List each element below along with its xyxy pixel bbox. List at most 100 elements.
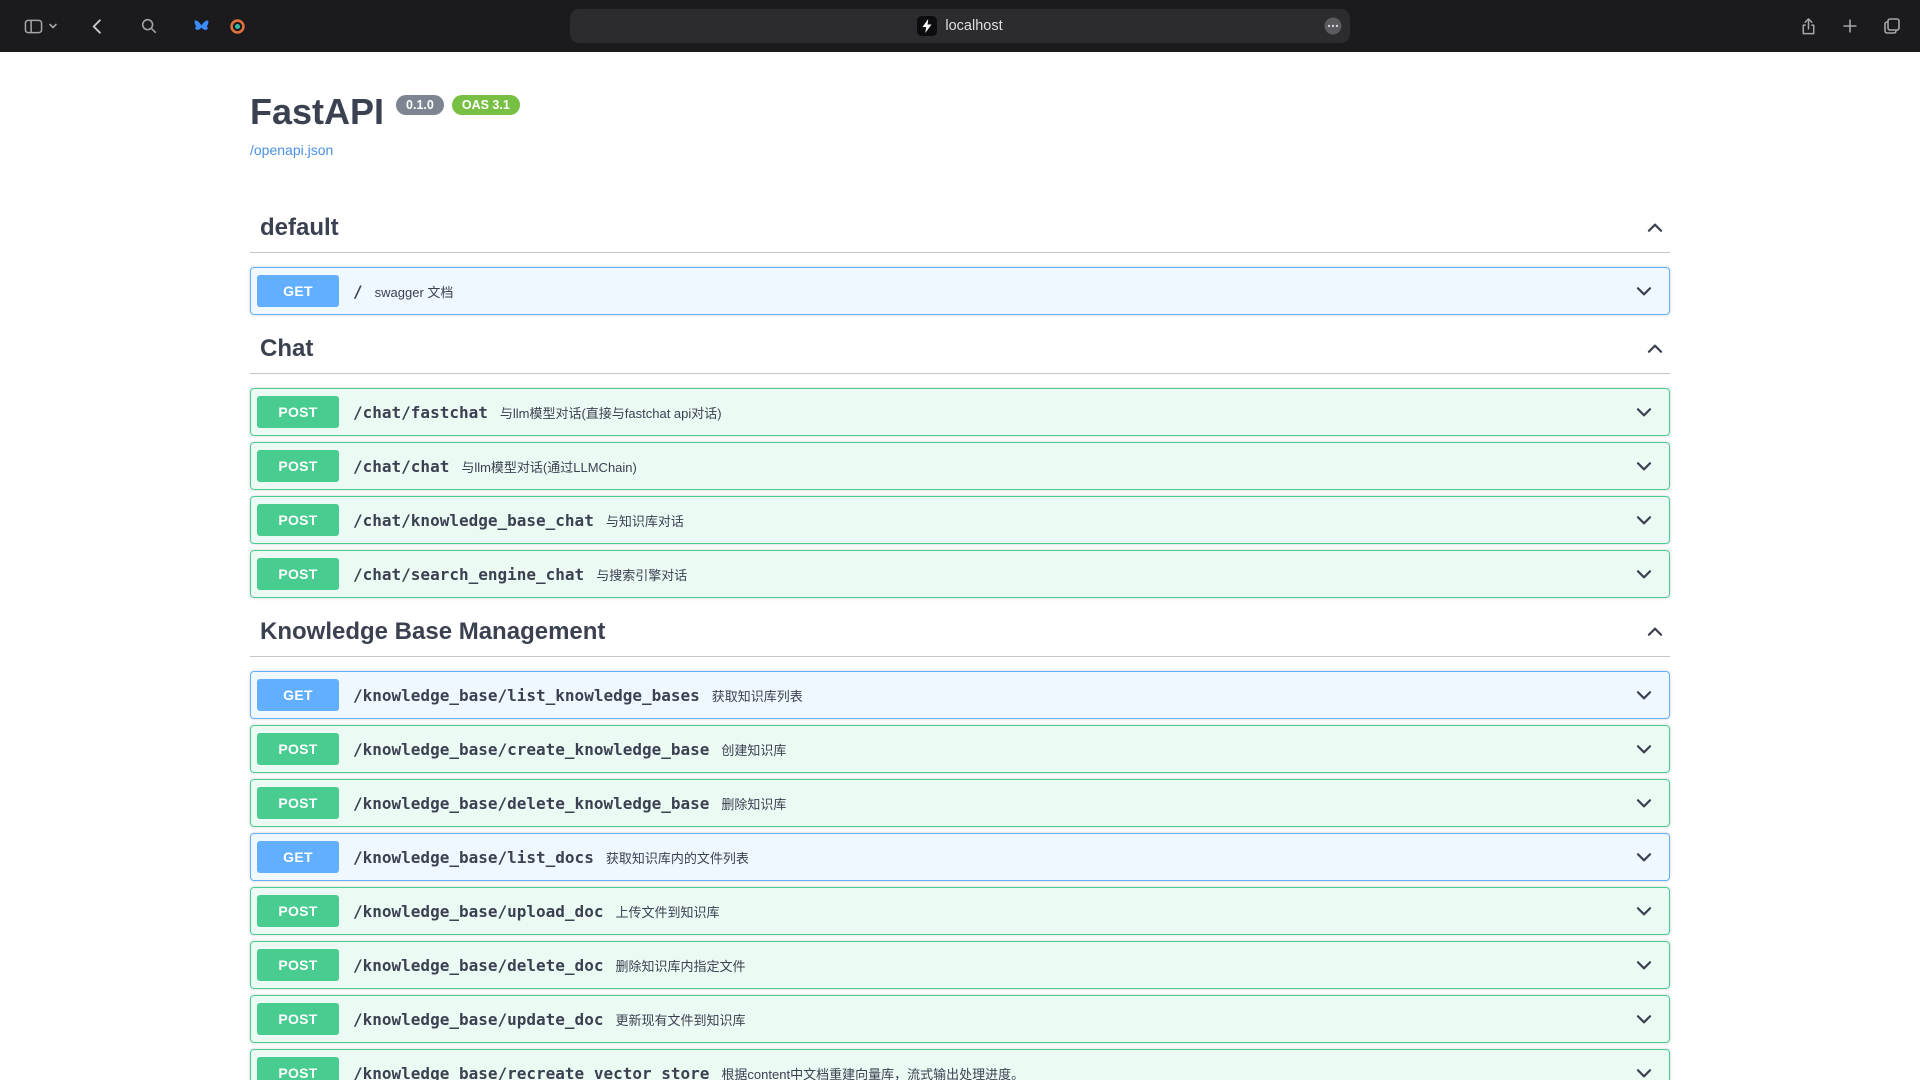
blue-butterfly-icon bbox=[193, 18, 210, 35]
search-button[interactable] bbox=[134, 11, 164, 41]
expand-operation-button[interactable] bbox=[1633, 455, 1655, 477]
operation-row[interactable]: POST /knowledge_base/update_doc 更新现有文件到知… bbox=[250, 995, 1670, 1043]
page-menu-button[interactable] bbox=[1323, 16, 1343, 36]
operation-row[interactable]: POST /chat/fastchat 与llm模型对话(直接与fastchat… bbox=[250, 388, 1670, 436]
operation-row[interactable]: GET /knowledge_base/list_knowledge_bases… bbox=[250, 671, 1670, 719]
expand-operation-button[interactable] bbox=[1633, 738, 1655, 760]
method-badge: GET bbox=[257, 275, 339, 307]
operation-row[interactable]: GET /knowledge_base/list_docs 获取知识库内的文件列… bbox=[250, 833, 1670, 881]
chevron-down-icon bbox=[1633, 738, 1655, 760]
tag-header[interactable]: default bbox=[250, 200, 1670, 253]
chevron-down-icon bbox=[1633, 954, 1655, 976]
expand-operation-button[interactable] bbox=[1633, 1062, 1655, 1080]
chevron-down-icon bbox=[48, 21, 58, 31]
expand-operation-button[interactable] bbox=[1633, 401, 1655, 423]
expand-operation-button[interactable] bbox=[1633, 792, 1655, 814]
openapi-spec-link[interactable]: /openapi.json bbox=[250, 142, 333, 158]
operation-row[interactable]: POST /knowledge_base/upload_doc 上传文件到知识库 bbox=[250, 887, 1670, 935]
tag-operations: POST /chat/fastchat 与llm模型对话(直接与fastchat… bbox=[250, 388, 1670, 598]
collapse-section-button[interactable] bbox=[1640, 621, 1670, 643]
expand-operation-button[interactable] bbox=[1633, 563, 1655, 585]
operation-row[interactable]: POST /knowledge_base/create_knowledge_ba… bbox=[250, 725, 1670, 773]
operation-row[interactable]: POST /knowledge_base/delete_doc 删除知识库内指定… bbox=[250, 941, 1670, 989]
chevron-down-icon bbox=[1633, 1008, 1655, 1030]
expand-operation-button[interactable] bbox=[1633, 900, 1655, 922]
operation-summary: 删除知识库内指定文件 bbox=[615, 956, 745, 975]
version-badge: 0.1.0 bbox=[396, 95, 444, 116]
new-tab-button[interactable] bbox=[1836, 11, 1864, 41]
method-badge: POST bbox=[257, 504, 339, 536]
method-badge: POST bbox=[257, 1057, 339, 1080]
pinned-site-blue-button[interactable] bbox=[186, 11, 216, 41]
tag-title: default bbox=[260, 214, 339, 242]
operation-summary: 上传文件到知识库 bbox=[615, 902, 719, 921]
expand-operation-button[interactable] bbox=[1633, 684, 1655, 706]
operation-path: /knowledge_base/upload_doc bbox=[353, 902, 603, 921]
operation-summary: swagger 文档 bbox=[375, 282, 454, 301]
operation-path: /knowledge_base/delete_doc bbox=[353, 956, 603, 975]
operation-row[interactable]: POST /chat/chat 与llm模型对话(通过LLMChain) bbox=[250, 442, 1670, 490]
method-badge: POST bbox=[257, 396, 339, 428]
sidebar-toggle-button[interactable] bbox=[18, 11, 48, 41]
chevron-down-icon bbox=[1633, 563, 1655, 585]
toolbar-right-group bbox=[1794, 0, 1906, 52]
collapse-section-button[interactable] bbox=[1640, 338, 1670, 360]
share-icon bbox=[1799, 17, 1818, 36]
api-info: FastAPI 0.1.0 OAS 3.1 /openapi.json bbox=[250, 92, 1670, 160]
tab-overview-button[interactable] bbox=[1878, 11, 1906, 41]
tag-header[interactable]: Knowledge Base Management bbox=[250, 604, 1670, 657]
operation-path: /knowledge_base/delete_knowledge_base bbox=[353, 794, 709, 813]
sidebar-icon bbox=[24, 17, 43, 36]
expand-operation-button[interactable] bbox=[1633, 280, 1655, 302]
operation-path: /chat/search_engine_chat bbox=[353, 565, 584, 584]
operation-path: /chat/fastchat bbox=[353, 403, 488, 422]
operation-summary: 与llm模型对话(通过LLMChain) bbox=[461, 457, 637, 476]
expand-operation-button[interactable] bbox=[1633, 846, 1655, 868]
tag-operations: GET / swagger 文档 bbox=[250, 267, 1670, 315]
expand-operation-button[interactable] bbox=[1633, 1008, 1655, 1030]
operation-row[interactable]: GET / swagger 文档 bbox=[250, 267, 1670, 315]
tag-title: Knowledge Base Management bbox=[260, 618, 605, 646]
plus-icon bbox=[1841, 17, 1859, 35]
collapse-section-button[interactable] bbox=[1640, 217, 1670, 239]
chevron-down-icon bbox=[1633, 455, 1655, 477]
site-favicon-lightning-icon bbox=[917, 16, 937, 36]
address-bar[interactable]: localhost bbox=[570, 9, 1350, 43]
chevron-down-icon bbox=[1633, 1062, 1655, 1080]
operation-summary: 与llm模型对话(直接与fastchat api对话) bbox=[500, 403, 722, 422]
title-badges: 0.1.0 OAS 3.1 bbox=[396, 95, 520, 116]
page-title: FastAPI 0.1.0 OAS 3.1 bbox=[250, 92, 1670, 132]
share-button[interactable] bbox=[1794, 11, 1822, 41]
operation-row[interactable]: POST /chat/knowledge_base_chat 与知识库对话 bbox=[250, 496, 1670, 544]
operation-summary: 与搜索引擎对话 bbox=[596, 565, 687, 584]
operation-path: /knowledge_base/update_doc bbox=[353, 1010, 603, 1029]
tag-header[interactable]: Chat bbox=[250, 321, 1670, 374]
operation-summary: 根据content中文档重建向量库，流式输出处理进度。 bbox=[721, 1064, 1024, 1080]
method-badge: POST bbox=[257, 787, 339, 819]
operation-path: /knowledge_base/list_docs bbox=[353, 848, 594, 867]
api-tag-section: Knowledge Base Management GET /knowledge… bbox=[250, 604, 1670, 1080]
operation-row[interactable]: POST /knowledge_base/recreate_vector_sto… bbox=[250, 1049, 1670, 1080]
chevron-down-icon bbox=[1633, 900, 1655, 922]
oas-badge: OAS 3.1 bbox=[452, 95, 520, 116]
chevron-down-icon bbox=[1633, 846, 1655, 868]
sidebar-menu-chevron[interactable] bbox=[46, 11, 60, 41]
operation-path: /knowledge_base/recreate_vector_store bbox=[353, 1064, 709, 1080]
expand-operation-button[interactable] bbox=[1633, 509, 1655, 531]
expand-operation-button[interactable] bbox=[1633, 954, 1655, 976]
address-bar-url: localhost bbox=[945, 18, 1002, 34]
chevron-down-icon bbox=[1633, 792, 1655, 814]
chevron-left-icon bbox=[88, 17, 107, 36]
operation-row[interactable]: POST /knowledge_base/delete_knowledge_ba… bbox=[250, 779, 1670, 827]
operation-summary: 创建知识库 bbox=[721, 740, 786, 759]
method-badge: POST bbox=[257, 558, 339, 590]
api-sections: default GET / swagger 文档 Chat bbox=[250, 200, 1670, 1080]
method-badge: POST bbox=[257, 895, 339, 927]
api-tag-section: default GET / swagger 文档 bbox=[250, 200, 1670, 315]
pinned-site-orange-button[interactable] bbox=[222, 11, 252, 41]
back-button[interactable] bbox=[82, 11, 112, 41]
operation-summary: 获取知识库列表 bbox=[712, 686, 803, 705]
operation-path: /knowledge_base/list_knowledge_bases bbox=[353, 686, 700, 705]
operation-row[interactable]: POST /chat/search_engine_chat 与搜索引擎对话 bbox=[250, 550, 1670, 598]
method-badge: POST bbox=[257, 1003, 339, 1035]
